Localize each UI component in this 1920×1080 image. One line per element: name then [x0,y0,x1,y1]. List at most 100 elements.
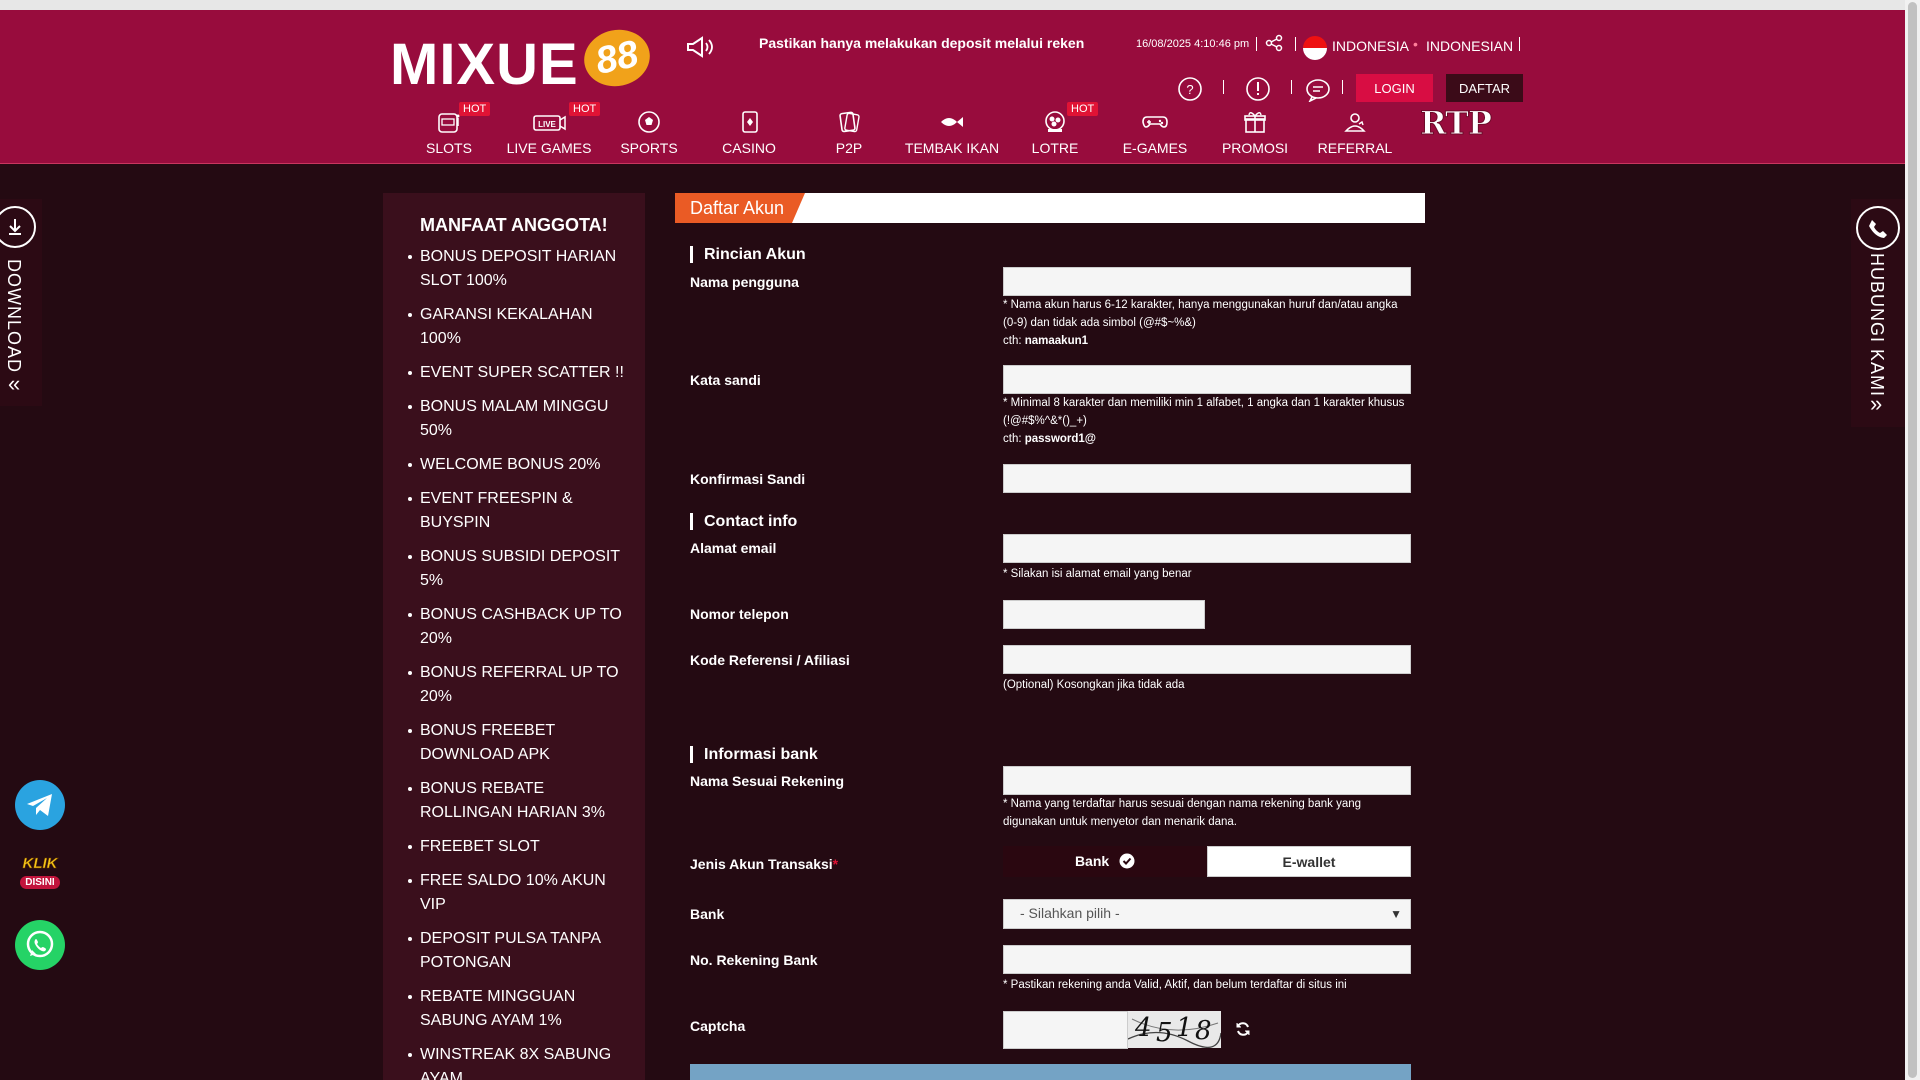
confirm-password-input[interactable] [1003,464,1411,493]
password-input[interactable] [1003,365,1411,394]
language-selector[interactable]: INDONESIAN [1426,38,1513,54]
login-button[interactable]: LOGIN [1356,74,1433,102]
download-icon [0,206,36,248]
divider [1519,37,1520,51]
nav-label: REFERRAL [1317,140,1393,156]
type-ewallet-option[interactable]: E-wallet [1207,846,1411,877]
register-button[interactable]: DAFTAR [1446,74,1523,102]
password-label: Kata sandi [690,372,761,388]
svg-text:?: ? [1186,82,1193,97]
benefit-item[interactable]: BONUS FREEBET DOWNLOAD APK [408,719,635,767]
megaphone-icon [685,36,715,63]
nav-label: CASINO [722,140,776,156]
top-bar [0,0,1905,10]
live-icon: LIVE [533,115,566,131]
benefit-item[interactable]: BONUS DEPOSIT HARIAN SLOT 100% [408,245,635,293]
benefit-item[interactable]: BONUS REBATE ROLLINGAN HARIAN 3% [408,777,635,825]
collapse-right-icon[interactable]: » [1870,391,1882,417]
benefit-item[interactable]: GARANSI KEKALAHAN 100% [408,303,635,351]
benefit-item[interactable]: BONUS SUBSIDI DEPOSIT 5% [408,545,635,593]
referral-icon [1344,113,1366,132]
divider [1295,37,1296,51]
rtp-link[interactable]: RTP [1420,104,1493,143]
cards-icon [742,111,758,133]
benefits-title: MANFAAT ANGGOTA! [420,215,608,235]
password-example: password1@ [1024,433,1097,445]
account-number-input[interactable] [1003,945,1411,974]
submit-button[interactable] [690,1064,1411,1080]
referral-code-hint: (Optional) Kosongkan jika tidak ada [1003,679,1185,691]
page-scrollbar[interactable] [1905,0,1920,1080]
divider [1291,80,1292,94]
nav-sports[interactable]: SPORTS [599,102,699,164]
bank-select[interactable]: - Silahkan pilih - ▼ [1003,899,1411,929]
benefit-item[interactable]: EVENT FREESPIN & BUYSPIN [408,487,635,535]
referral-code-input[interactable] [1003,645,1411,674]
klik-disini-banner[interactable]: KLIK DISINI [16,855,64,896]
account-name-input[interactable] [1003,766,1411,795]
logo-text: MIXUE [390,32,579,97]
phone-input[interactable] [1003,600,1205,629]
indonesia-flag-icon[interactable] [1303,36,1327,60]
bank-select-value: - Silahkan pilih - [1020,905,1120,921]
nav-promosi[interactable]: PROMOSI [1205,102,1305,164]
benefit-item[interactable]: WINSTREAK 8X SABUNG AYAM [408,1043,635,1080]
benefit-item[interactable]: WELCOME BONUS 20% [408,453,635,477]
benefit-item[interactable]: DEPOSIT PULSA TANPA POTONGAN [408,927,635,975]
captcha-input[interactable] [1003,1011,1128,1049]
country-selector[interactable]: INDONESIA [1332,38,1409,54]
nav-p2p[interactable]: P2P [799,102,899,164]
account-name-hint: * Nama yang terdaftar harus sesuai denga… [1003,798,1362,828]
nav-tembak-ikan[interactable]: TEMBAK IKAN [902,102,1002,164]
telegram-button[interactable] [15,780,65,830]
nav-label: SLOTS [426,140,472,156]
soccer-ball-icon [638,111,660,133]
scrollbar-thumb[interactable] [1908,2,1917,1078]
nav-lotre[interactable]: LOTRE HOT [1005,102,1105,164]
required-mark: * [832,856,839,872]
nav-live-games[interactable]: LIVE LIVE GAMES HOT [499,102,601,164]
nav-e-games[interactable]: E-GAMES [1105,102,1205,164]
benefit-item[interactable]: FREE SALDO 10% AKUN VIP [408,869,635,917]
benefit-item[interactable]: EVENT SUPER SCATTER !! [408,361,635,385]
separator-dot: • [1413,36,1418,52]
benefit-item[interactable]: BONUS MALAM MINGGU 50% [408,395,635,443]
contact-side-tab[interactable]: HUBUNGI KAMI » [1851,199,1905,427]
benefit-item[interactable]: FREEBET SLOT [408,835,635,859]
username-example: namaakun1 [1024,335,1089,347]
whatsapp-button[interactable] [15,920,65,970]
example-prefix: cth: [1003,433,1025,445]
hot-badge: HOT [1067,102,1099,116]
nav-label: TEMBAK IKAN [904,140,1000,156]
nav-referral[interactable]: REFERRAL [1305,102,1405,164]
nav-casino[interactable]: CASINO [699,102,799,164]
benefit-item[interactable]: REBATE MINGGUAN SABUNG AYAM 1% [408,985,635,1033]
p2p-cards-icon [839,111,860,133]
divider [1223,80,1224,94]
site-logo[interactable]: MIXUE 88 [390,23,656,97]
username-hint: * Nama akun harus 6-12 karakter, hanya m… [1003,296,1411,350]
divider [1256,37,1257,51]
email-input[interactable] [1003,534,1411,563]
registration-form: Daftar Akun Rincian Akun Nama pengguna *… [675,193,1425,1080]
nav-label: PROMOSI [1221,140,1289,156]
logo-badge: 88 [578,23,656,93]
nav-label: SPORTS [620,140,678,156]
telegram-icon [27,794,52,816]
klik-text: KLIK [22,855,58,872]
check-circle-icon [1119,853,1135,869]
collapse-left-icon[interactable]: « [8,371,20,397]
password-rule: * Minimal 8 karakter dan memiliki min 1 … [1003,397,1405,427]
share-icon[interactable] [1265,34,1283,57]
refresh-captcha-icon[interactable] [1235,1021,1251,1042]
benefit-item[interactable]: BONUS CASHBACK UP TO 20% [408,603,635,651]
type-bank-option[interactable]: Bank [1003,846,1207,877]
nav-slots[interactable]: SLOTS HOT [399,102,499,164]
download-side-tab[interactable]: DOWNLOAD « [0,199,42,406]
main-nav: SLOTS HOT LIVE LIVE GAMES HOT SPORTS CAS… [0,102,1905,164]
contact-label: HUBUNGI KAMI [1867,253,1887,398]
benefit-item[interactable]: BONUS REFERRAL UP TO 20% [408,661,635,709]
account-type-text: Jenis Akun Transaksi [690,856,833,872]
section-contact-info: Contact info [690,513,797,530]
username-input[interactable] [1003,267,1411,296]
